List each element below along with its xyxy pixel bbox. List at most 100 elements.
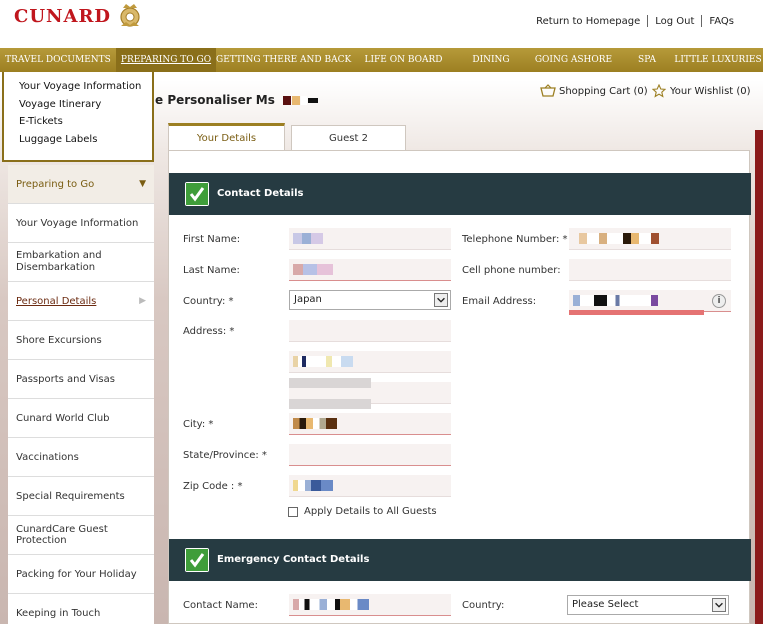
main-nav: TRAVEL DOCUMENTS PREPARING TO GO GETTING T… <box>0 48 763 72</box>
sidebar-item-label: CunardCare Guest Protection <box>16 524 108 546</box>
redacted-block <box>289 378 371 388</box>
sidebar-item-label: Special Requirements <box>16 490 125 502</box>
nav-item-little-luxuries[interactable]: LITTLE LUXURIES <box>673 48 763 72</box>
contact-details-title: Contact Details <box>217 188 304 199</box>
email-label: Email Address: <box>462 296 537 307</box>
sidebar-item-vaccinations[interactable]: Vaccinations <box>8 438 154 477</box>
page-title: e Personaliser Ms <box>155 93 319 107</box>
redacted-block <box>293 233 323 244</box>
redacted-block <box>293 264 333 275</box>
email-input[interactable] <box>569 290 731 312</box>
contact-details-header: Contact Details <box>169 173 751 215</box>
sidebar-item-keeping-in-touch[interactable]: Keeping in Touch <box>8 594 154 624</box>
telephone-input[interactable] <box>569 228 731 250</box>
state-input[interactable] <box>289 444 451 466</box>
faqs-link[interactable]: FAQs <box>702 16 741 27</box>
email-error-bar <box>569 310 704 315</box>
nav-item-travel-documents[interactable]: TRAVEL DOCUMENTS <box>0 48 116 72</box>
address-line-1-input[interactable] <box>289 320 451 342</box>
sidebar-item-cunardcare[interactable]: CunardCare Guest Protection <box>8 516 154 555</box>
redacted-block <box>293 480 333 491</box>
apply-all-checkbox[interactable] <box>288 507 298 517</box>
apply-all-label: Apply Details to All Guests <box>304 506 437 517</box>
tab-guest-2[interactable]: Guest 2 <box>291 125 406 151</box>
zip-input[interactable] <box>289 475 451 497</box>
contact-name-label: Contact Name: <box>183 600 258 611</box>
redacted-block <box>293 599 369 610</box>
top-bar: CUNARD Return to Homepage Log Out FAQs <box>0 0 763 48</box>
sidebar-item-label: Preparing to Go <box>16 178 95 190</box>
sidebar-item-label: Passports and Visas <box>16 373 115 385</box>
shopping-cart[interactable]: Shopping Cart (0) <box>540 84 648 98</box>
emergency-country-label: Country: <box>462 600 505 611</box>
sidebar-item-label: Personal Details <box>16 295 97 307</box>
info-icon[interactable]: i <box>712 294 726 308</box>
redacted-block <box>293 418 337 429</box>
dropdown-item-etickets[interactable]: E-Tickets <box>19 113 152 131</box>
check-icon <box>185 548 209 572</box>
contact-name-input[interactable] <box>289 594 451 616</box>
state-label: State/Province: * <box>183 450 267 461</box>
sidebar-item-passports[interactable]: Passports and Visas <box>8 360 154 399</box>
sidebar-item-shore-excursions[interactable]: Shore Excursions <box>8 321 154 360</box>
cell-label: Cell phone number: <box>462 265 561 276</box>
nav-item-dining[interactable]: DINING <box>456 48 526 72</box>
sidebar-item-world-club[interactable]: Cunard World Club <box>8 399 154 438</box>
nav-item-preparing-to-go[interactable]: PREPARING TO GO <box>116 48 216 72</box>
country-select[interactable]: Japan <box>289 290 451 310</box>
sidebar-item-special-requirements[interactable]: Special Requirements <box>8 477 154 516</box>
first-name-input[interactable] <box>289 228 451 250</box>
country-label: Country: * <box>183 296 234 307</box>
sidebar-item-voyage-info[interactable]: Your Voyage Information <box>8 204 154 243</box>
sidebar-item-label: Keeping in Touch <box>16 607 101 619</box>
first-name-label: First Name: <box>183 234 241 245</box>
emergency-contact-title: Emergency Contact Details <box>217 554 370 565</box>
emergency-country-select[interactable]: Please Select <box>567 595 729 615</box>
logout-link[interactable]: Log Out <box>648 16 701 27</box>
triangle-right-icon: ▶ <box>139 296 146 306</box>
tab-your-details[interactable]: Your Details <box>168 123 285 151</box>
wishlist-label: Your Wishlist (0) <box>670 85 751 97</box>
header-links: Return to Homepage Log Out FAQs <box>529 15 741 27</box>
crest-icon <box>120 4 140 27</box>
dropdown-item-luggage-labels[interactable]: Luggage Labels <box>19 131 152 149</box>
emergency-contact-header: Emergency Contact Details <box>169 539 751 581</box>
nav-item-getting-there-and-back[interactable]: GETTING THERE AND BACK <box>216 48 351 72</box>
sidebar-item-embarkation[interactable]: Embarkation and Disembarkation <box>8 243 154 282</box>
wishlist[interactable]: Your Wishlist (0) <box>652 84 751 98</box>
redacted-block <box>573 295 658 306</box>
chevron-down-icon <box>712 598 726 612</box>
dropdown-item-itinerary[interactable]: Voyage Itinerary <box>19 96 152 114</box>
nav-item-life-on-board[interactable]: LIFE ON BOARD <box>351 48 456 72</box>
sidebar-item-preparing-to-go[interactable]: Preparing to Go ▼ <box>8 165 154 204</box>
tab-label: Guest 2 <box>329 133 368 144</box>
emergency-country-select-value: Please Select <box>572 599 639 610</box>
return-home-link[interactable]: Return to Homepage <box>529 16 647 27</box>
sidebar-item-label: Embarkation and Disembarkation <box>16 250 102 273</box>
redacted-block <box>301 96 308 105</box>
chevron-down-icon <box>434 293 448 307</box>
city-input[interactable] <box>289 413 451 435</box>
address-line-3-input[interactable] <box>289 378 451 409</box>
sidebar-item-label: Shore Excursions <box>16 334 102 346</box>
zip-label: Zip Code : * <box>183 481 243 492</box>
cell-input[interactable] <box>569 259 731 281</box>
address-label: Address: * <box>183 326 235 337</box>
nav-item-spa[interactable]: SPA <box>621 48 673 72</box>
check-icon <box>185 182 209 206</box>
cunard-logo[interactable]: CUNARD <box>14 6 111 27</box>
address-line-2-input[interactable] <box>289 351 451 373</box>
star-icon <box>652 84 666 98</box>
dropdown-item-voyage-info[interactable]: Your Voyage Information <box>19 78 152 96</box>
last-name-input[interactable] <box>289 259 451 281</box>
tab-label: Your Details <box>196 133 257 144</box>
page-title-text: e Personaliser Ms <box>155 93 275 107</box>
sidebar-item-label: Your Voyage Information <box>16 217 139 229</box>
city-label: City: * <box>183 419 214 430</box>
sidebar-item-packing[interactable]: Packing for Your Holiday <box>8 555 154 594</box>
sidebar-item-personal-details[interactable]: Personal Details ▶ <box>8 282 154 321</box>
telephone-label: Telephone Number: * <box>462 234 568 245</box>
nav-item-going-ashore[interactable]: GOING ASHORE <box>526 48 621 72</box>
redacted-block <box>308 98 319 103</box>
redacted-block <box>283 96 292 105</box>
